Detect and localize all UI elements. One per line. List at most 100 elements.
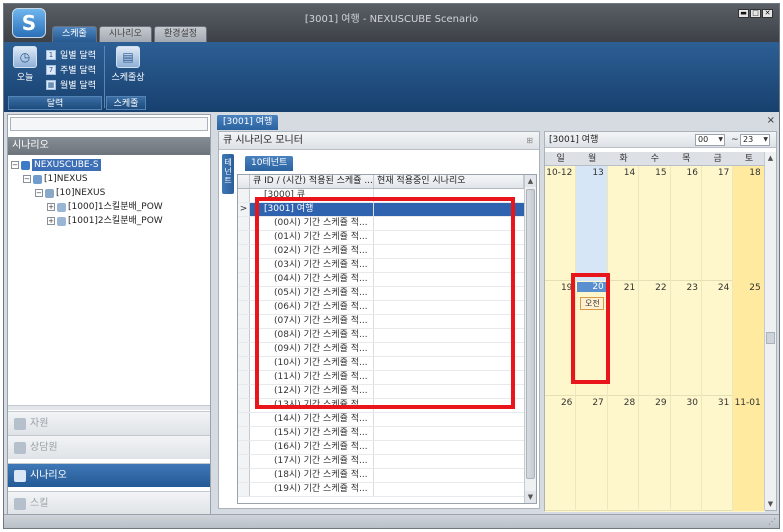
calendar-day[interactable]: 24 [702, 281, 734, 396]
resize-grip-icon[interactable]: ⋰ [768, 517, 776, 526]
table-row[interactable]: (15시) 기간 스케쥴 적... [238, 427, 524, 441]
scroll-up-icon[interactable]: ▲ [765, 152, 776, 164]
weekly-calendar-button[interactable]: 7 주별 달력 [46, 63, 96, 76]
calendar-scrollbar[interactable]: ▲ ▼ [764, 152, 776, 510]
close-icon[interactable]: ✕ [762, 9, 773, 18]
minimize-icon[interactable]: ▬ [738, 9, 749, 18]
table-row[interactable]: (17시) 기간 스케쥴 적... [238, 455, 524, 469]
column-header-scenario[interactable]: 현재 적용중인 시나리오 [374, 175, 524, 188]
schedule-status-button[interactable]: ▤ 스케줄상 [110, 46, 146, 83]
scroll-thumb[interactable] [766, 332, 775, 344]
calendar-day[interactable]: 21 [608, 281, 640, 396]
calendar-day[interactable]: 17 [702, 166, 734, 281]
calendar-day[interactable]: 22 [639, 281, 671, 396]
queue-cell: (14시) 기간 스케쥴 적... [250, 413, 374, 426]
nav-resources[interactable]: 자원 [8, 411, 210, 435]
tree-node-nexus-1[interactable]: − [1]NEXUS [23, 173, 88, 185]
scroll-down-icon[interactable]: ▼ [525, 491, 536, 503]
nav-agents[interactable]: 상담원 [8, 435, 210, 459]
calendar-day[interactable]: 10-12 [545, 166, 577, 281]
maximize-icon[interactable]: □ [750, 9, 761, 18]
calendar-day[interactable]: 30 [671, 396, 702, 511]
calendar-day[interactable]: 27 [576, 396, 608, 511]
tab-settings[interactable]: 환경설정 [153, 26, 208, 42]
nav-scenario[interactable]: 시나리오 [8, 463, 210, 487]
from-hour-select[interactable]: 00 ▼ [695, 134, 725, 146]
table-row[interactable]: (19시) 기간 스케쥴 적... [238, 483, 524, 497]
scroll-thumb[interactable] [526, 189, 535, 479]
to-hour-select[interactable]: 23 ▼ [740, 134, 770, 146]
tree-node-1000[interactable]: + [1000]1스킬분배_POW [47, 201, 163, 213]
scroll-down-icon[interactable]: ▼ [765, 498, 776, 510]
row-indicator [238, 287, 250, 300]
collapse-icon[interactable]: − [35, 189, 43, 197]
row-indicator [238, 329, 250, 342]
chevron-down-icon: ▼ [718, 136, 723, 143]
queue-cell: (18시) 기간 스케쥴 적... [250, 469, 374, 482]
tab-schedule[interactable]: 스케줄 [52, 26, 97, 42]
calendar-day[interactable]: 23 [671, 281, 702, 396]
queue-cell: (16시) 기간 스케쥴 적... [250, 441, 374, 454]
tab-document-3001[interactable]: [3001] 여행 [217, 115, 279, 130]
calendar-day[interactable]: 11-01 [733, 396, 765, 511]
collapse-icon[interactable]: − [11, 161, 19, 169]
monthly-calendar-button[interactable]: ▦ 월별 달력 [46, 78, 96, 91]
row-indicator: > [238, 203, 250, 216]
tree-node-1001[interactable]: + [1001]2스킬분배_POW [47, 215, 163, 227]
day-number: 13 [592, 168, 604, 178]
weekday-label: 일 [556, 154, 565, 164]
close-document-icon[interactable]: × [767, 115, 775, 126]
highlight-box-calendar-day [571, 273, 610, 384]
row-indicator [238, 399, 250, 412]
calendar-day[interactable]: 14 [608, 166, 640, 281]
tree-node-label: [1000]1스킬분배_POW [68, 202, 163, 212]
table-row[interactable]: (16시) 기간 스케쥴 적... [238, 441, 524, 455]
tree-node-root[interactable]: − NEXUSCUBE-S [11, 159, 101, 171]
from-hour-value: 00 [698, 135, 709, 144]
daily-calendar-button[interactable]: 1 일별 달력 [46, 48, 96, 61]
scenario-icon [14, 470, 26, 482]
weekly-calendar-icon: 7 [46, 64, 56, 75]
agents-icon [14, 442, 26, 454]
resources-icon [14, 418, 26, 430]
row-indicator [238, 231, 250, 244]
day-number: 21 [623, 283, 636, 293]
row-indicator [238, 469, 250, 482]
calendar-day[interactable]: 16 [671, 166, 702, 281]
pin-icon[interactable]: ⊞ [526, 132, 533, 150]
calendar-day[interactable]: 25 [733, 281, 765, 396]
grid-scrollbar[interactable]: ▲ ▼ [524, 175, 536, 503]
tree-node-label: [10]NEXUS [56, 188, 106, 198]
skills-icon [14, 498, 26, 510]
calendar-day[interactable]: 18 [733, 166, 765, 281]
calendar-day[interactable]: 31 [702, 396, 734, 511]
row-indicator [238, 217, 250, 230]
today-label: 오늘 [16, 73, 34, 83]
expand-icon[interactable]: + [47, 217, 55, 225]
tab-scenario[interactable]: 시나리오 [98, 26, 152, 42]
column-header-queue[interactable]: 큐 ID / (시간) 적용된 스케쥴 ... [250, 175, 374, 188]
calendar-day[interactable]: 15 [639, 166, 671, 281]
tree-node-nexus-10[interactable]: − [10]NEXUS [35, 187, 105, 199]
calendar-day[interactable]: 29 [639, 396, 671, 511]
tab-tenant-10[interactable]: 10테넌트 [245, 156, 294, 171]
row-indicator [238, 301, 250, 314]
calendar-day[interactable]: 28 [608, 396, 640, 511]
today-button[interactable]: ◷ 오늘 [10, 46, 40, 83]
calendar-day[interactable]: 13 [576, 166, 608, 281]
panel-splitter[interactable] [8, 405, 210, 410]
nav-label: 스킬 [30, 498, 49, 509]
day-number: 23 [686, 283, 698, 293]
group-schedule-label: 스케줄 [106, 96, 146, 110]
tenant-vertical-tab[interactable]: 테넌트 [222, 154, 234, 194]
document-tab-bar: [3001] 여행 × [215, 114, 777, 130]
table-row[interactable]: (14시) 기간 스케쥴 적... [238, 413, 524, 427]
calendar-day[interactable]: 26 [545, 396, 577, 511]
scenario-panel-header: 시나리오 [8, 137, 210, 155]
nav-skills[interactable]: 스킬 [8, 491, 210, 515]
table-row[interactable]: (18시) 기간 스케쥴 적... [238, 469, 524, 483]
collapse-icon[interactable]: − [23, 175, 31, 183]
scroll-up-icon[interactable]: ▲ [525, 175, 536, 187]
tree-filter-box[interactable] [10, 117, 208, 131]
expand-icon[interactable]: + [47, 203, 55, 211]
